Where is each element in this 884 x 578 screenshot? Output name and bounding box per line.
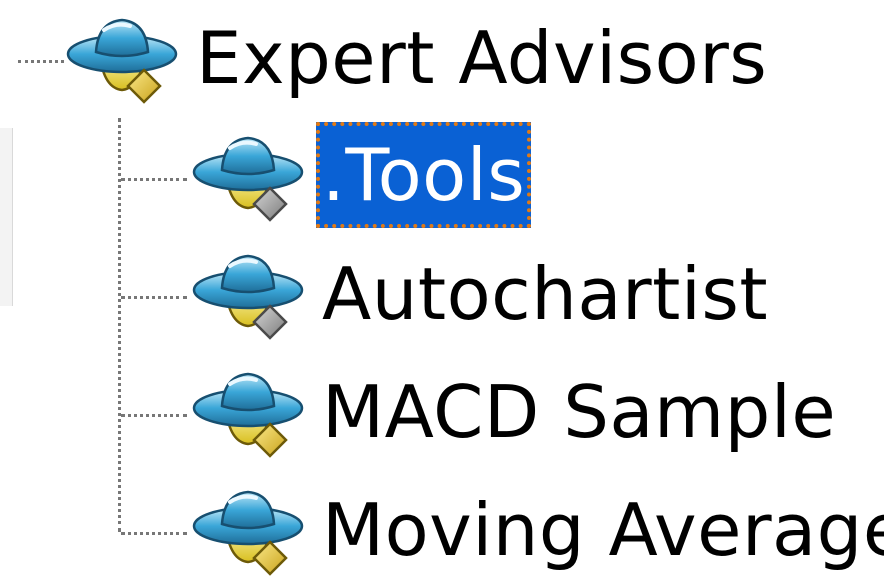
tree-connector-child-1 (121, 178, 187, 181)
expert-advisor-hat-icon (186, 126, 306, 226)
adjacent-panel-edge (0, 128, 13, 306)
tree-connector-child-3 (121, 414, 187, 417)
tree-node-moving-average[interactable]: Moving Average (186, 480, 884, 578)
expert-advisor-hat-icon (186, 362, 306, 462)
tree-node-label: MACD Sample (322, 370, 837, 454)
expert-advisor-hat-icon (186, 480, 306, 578)
tree-node-label: Expert Advisors (196, 16, 768, 100)
tree-node-macd-sample[interactable]: MACD Sample (186, 362, 836, 462)
tree-connector-child-4 (121, 532, 187, 535)
navigator-tree-view: Expert Advisors .Tools Autochartist MACD… (0, 0, 884, 578)
tree-node-label-selected: .Tools (316, 122, 532, 228)
expert-advisor-hat-icon (60, 8, 180, 108)
tree-node-expert-advisors[interactable]: Expert Advisors (60, 8, 767, 108)
tree-connector-root (18, 60, 64, 63)
tree-node-autochartist[interactable]: Autochartist (186, 244, 786, 344)
tree-node-tools[interactable]: .Tools (186, 122, 586, 228)
tree-node-label: Autochartist (322, 252, 769, 336)
tree-node-label: Moving Average (322, 488, 884, 572)
expert-advisor-hat-icon (186, 244, 306, 344)
tree-connector-child-2 (121, 296, 187, 299)
